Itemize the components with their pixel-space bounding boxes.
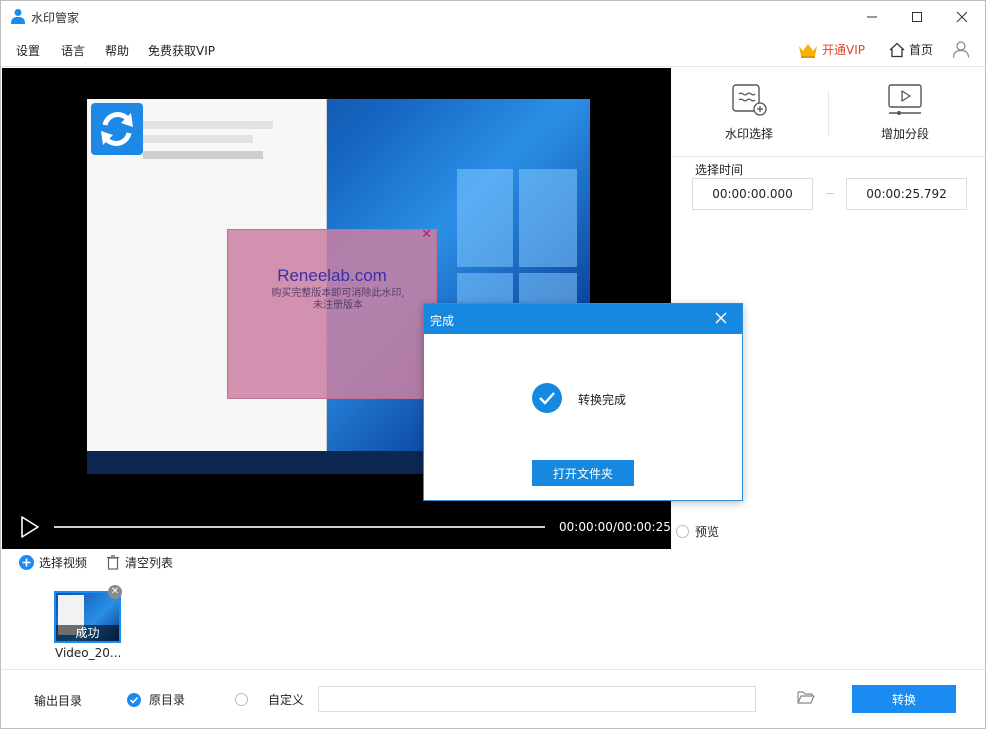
custom-dir-label: 自定义 — [268, 693, 305, 707]
remove-file-icon[interactable]: ✕ — [108, 585, 122, 599]
progress-track[interactable] — [54, 526, 545, 528]
close-icon — [956, 11, 968, 23]
player-controls: 00:00:00/00:00:25 — [2, 506, 671, 549]
close-button[interactable] — [939, 1, 985, 33]
open-folder-button[interactable]: 打开文件夹 — [532, 460, 634, 486]
home-label: 首页 — [909, 43, 934, 57]
app-logo-icon — [11, 9, 25, 24]
preview-radio[interactable] — [676, 525, 689, 538]
vip-button[interactable]: 开通VIP — [798, 41, 865, 58]
select-time-label: 选择时间 — [695, 163, 744, 177]
add-circle-icon — [19, 555, 34, 570]
open-folder-icon[interactable] — [797, 689, 815, 705]
vip-label: 开通VIP — [822, 43, 865, 57]
thumbnail-status: 成功 — [56, 625, 119, 641]
user-icon[interactable] — [952, 40, 970, 58]
trash-icon — [107, 555, 119, 570]
maximize-button[interactable] — [894, 1, 940, 33]
add-segment-button[interactable]: 增加分段 — [845, 82, 965, 142]
select-video-button[interactable]: 选择视频 — [19, 554, 87, 571]
menu-free-vip[interactable]: 免费获取VIP — [148, 42, 215, 59]
play-icon[interactable] — [19, 515, 41, 539]
original-dir-option[interactable]: 原目录 — [127, 691, 185, 708]
minimize-icon — [867, 16, 877, 18]
watermark-region[interactable]: ✕ Reneelab.com 购买完整版本即可消除此水印, 未注册版本 — [227, 227, 437, 399]
menu-bar: 设置 语言 帮助 免费获取VIP 开通VIP 首页 — [1, 33, 985, 67]
custom-radio[interactable] — [235, 693, 248, 706]
dialog-close-icon[interactable] — [714, 311, 728, 325]
tool-divider — [828, 90, 829, 136]
checked-radio-icon[interactable] — [127, 692, 141, 707]
watermark-select-label: 水印选择 — [724, 127, 773, 141]
watermark-site-text: Reneelab.com — [277, 266, 387, 285]
success-check-icon — [532, 383, 562, 413]
dialog-header: 完成 — [424, 304, 742, 334]
file-name: Video_20... — [55, 646, 122, 660]
watermark-add-icon — [732, 84, 767, 116]
convert-button[interactable]: 转换 — [852, 685, 956, 713]
tools-divider — [672, 156, 985, 157]
title-bar: 水印管家 — [1, 1, 985, 33]
crown-icon — [799, 43, 817, 58]
select-video-label: 选择视频 — [39, 556, 88, 570]
watermark-notice: 购买完整版本即可消除此水印, 未注册版本 — [271, 288, 405, 311]
start-time-field[interactable]: 00:00:00.000 — [692, 178, 813, 210]
minimize-button[interactable] — [849, 1, 895, 33]
original-dir-label: 原目录 — [149, 693, 186, 707]
menu-settings[interactable]: 设置 — [16, 42, 40, 59]
end-time-field[interactable]: 00:00:25.792 — [846, 178, 967, 210]
completion-dialog: 完成 转换完成 打开文件夹 — [423, 303, 743, 501]
custom-dir-option[interactable]: 自定义 — [235, 691, 304, 708]
clear-list-button[interactable]: 清空列表 — [106, 554, 173, 571]
menu-language[interactable]: 语言 — [61, 42, 85, 59]
preview-toggle[interactable]: 预览 — [676, 523, 719, 540]
file-list-toolbar: 选择视频 清空列表 — [2, 549, 985, 575]
home-icon — [889, 42, 905, 57]
dialog-title: 完成 — [430, 314, 455, 328]
preview-label: 预览 — [695, 525, 720, 539]
home-button[interactable]: 首页 — [889, 41, 933, 58]
watermark-select-button[interactable]: 水印选择 — [689, 82, 809, 142]
watermark-remove-icon[interactable]: ✕ — [421, 227, 432, 242]
refresh-arrows-icon — [101, 112, 133, 146]
menu-help[interactable]: 帮助 — [105, 42, 129, 59]
output-path-input[interactable] — [318, 686, 756, 712]
add-segment-label: 增加分段 — [880, 127, 929, 141]
playback-time: 00:00:00/00:00:25 — [559, 520, 671, 534]
check-icon — [129, 696, 139, 704]
dialog-message: 转换完成 — [578, 393, 627, 407]
time-range-dash — [826, 193, 834, 194]
video-thumbnail[interactable]: 成功 — [54, 591, 121, 643]
video-segment-icon — [888, 84, 922, 115]
window-title: 水印管家 — [31, 11, 80, 25]
bottom-divider — [2, 669, 985, 670]
app-logo-graphic — [91, 103, 143, 155]
app-window: 水印管家 设置 语言 帮助 免费获取VIP 开通VIP 首页 ✕ Reneela… — [0, 0, 986, 729]
clear-list-label: 清空列表 — [125, 556, 174, 570]
output-dir-label: 输出目录 — [34, 694, 83, 708]
maximize-icon — [912, 12, 922, 22]
